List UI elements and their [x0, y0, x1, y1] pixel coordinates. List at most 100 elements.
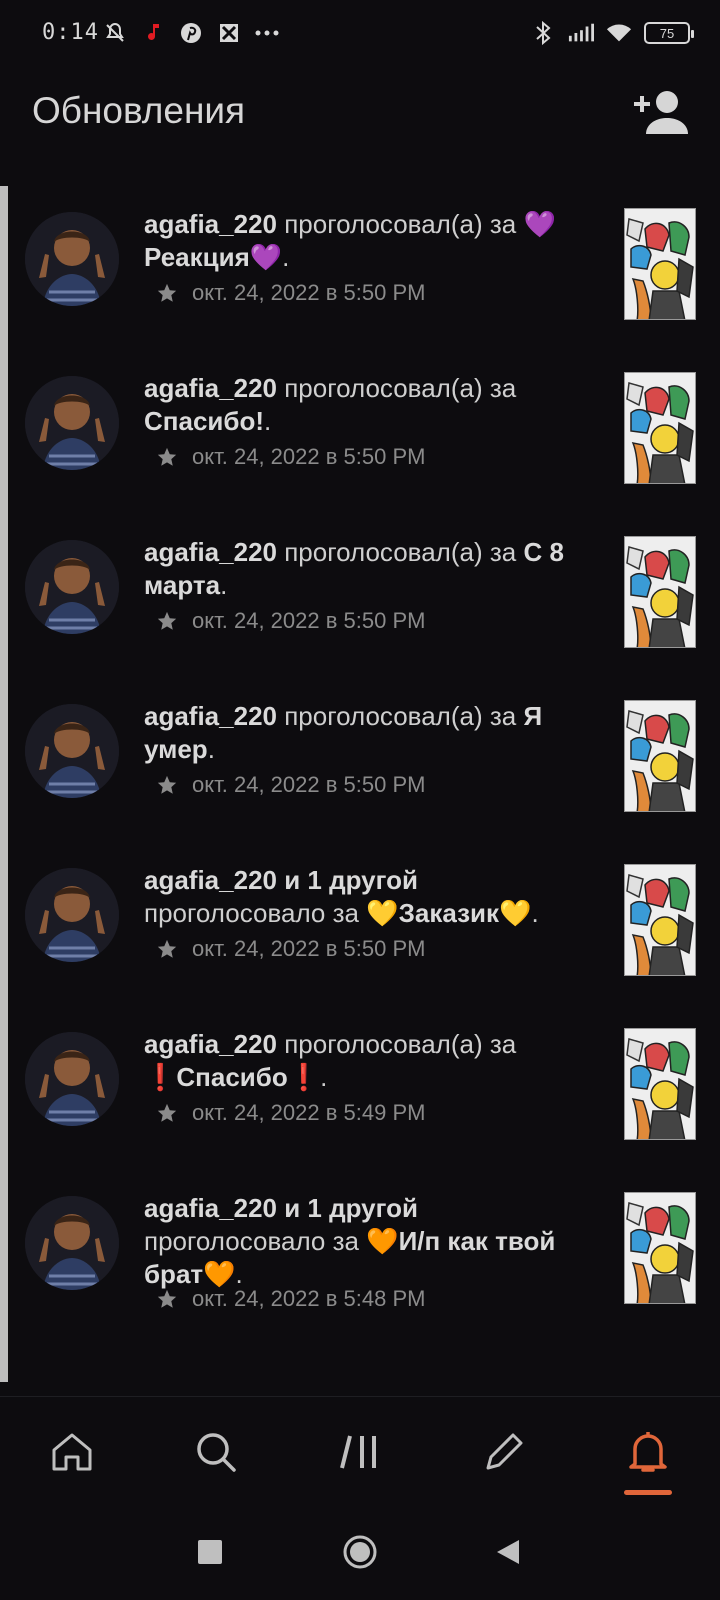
avatar[interactable]: [25, 540, 119, 634]
back-button[interactable]: [488, 1532, 528, 1572]
bottom-navigation: [0, 1396, 720, 1506]
notifications-list[interactable]: agafia_220 проголосовал(а) за 💜Реакция💜.…: [0, 186, 720, 1382]
search-icon: [197, 1433, 236, 1472]
avatar-image: [25, 212, 119, 306]
list-item[interactable]: agafia_220 и 1 другой проголосовало за 💛…: [0, 842, 720, 1009]
list-item[interactable]: agafia_220 проголосовал(а) за 💜Реакция💜.…: [0, 186, 720, 353]
status-bar: 0:14 75: [0, 0, 720, 70]
list-item[interactable]: agafia_220 проголосовал(а) за С 8 марта.…: [0, 514, 720, 681]
app-header: Обновления: [0, 70, 720, 160]
notification-user[interactable]: agafia_220: [144, 701, 277, 731]
star-icon: [157, 611, 177, 630]
notification-action: проголосовал(а) за: [276, 209, 524, 239]
star-icon: [157, 1289, 177, 1308]
star-icon: [157, 447, 177, 466]
notification-user[interactable]: agafia_220: [144, 373, 277, 403]
nav-home-button[interactable]: [47, 1427, 97, 1477]
music-note-icon: [140, 20, 166, 46]
notification-text: agafia_220 проголосовал(а) за С 8 марта.: [144, 536, 594, 602]
compose-icon: [486, 1433, 523, 1470]
avatar[interactable]: [25, 1196, 119, 1290]
notification-action: проголосовал(а) за: [276, 373, 517, 403]
notification-meta: окт. 24, 2022 в 5:50 PM: [156, 936, 425, 962]
list-item[interactable]: agafia_220 и 1 другой проголосовало за 🧡…: [0, 1170, 720, 1337]
bluetooth-icon: [530, 20, 556, 46]
notification-time: окт. 24, 2022 в 5:49 PM: [192, 1100, 426, 1125]
notification-text: agafia_220 проголосовал(а) за Спасибо!.: [144, 372, 594, 438]
post-thumbnail[interactable]: [624, 700, 696, 812]
notification-user[interactable]: agafia_220: [144, 209, 277, 239]
notification-user[interactable]: agafia_220 и 1 другой: [144, 1193, 418, 1223]
battery-indicator: 75: [644, 22, 694, 44]
notification-action: проголосовал(а) за: [276, 537, 524, 567]
recents-button[interactable]: [190, 1532, 230, 1572]
notification-text: agafia_220 проголосовал(а) за 💜Реакция💜.: [144, 208, 594, 274]
notification-target[interactable]: 💛Заказик💛: [366, 898, 531, 928]
post-thumbnail[interactable]: [624, 208, 696, 320]
notifications-bell-icon: [629, 1432, 667, 1472]
pinterest-icon: [178, 20, 204, 46]
page-title: Обновления: [32, 90, 246, 131]
post-thumbnail-image: [625, 373, 695, 483]
notification-time: окт. 24, 2022 в 5:48 PM: [192, 1286, 426, 1311]
notification-action: проголосовало за: [144, 898, 367, 928]
avatar[interactable]: [25, 1032, 119, 1126]
notification-time: окт. 24, 2022 в 5:50 PM: [192, 772, 426, 797]
notification-suffix: .: [235, 1259, 243, 1289]
signal-icon: [568, 20, 594, 46]
notification-suffix: .: [282, 242, 290, 272]
post-thumbnail[interactable]: [624, 1028, 696, 1140]
notification-target[interactable]: ❗Спасибо❗: [144, 1062, 320, 1092]
notification-user[interactable]: agafia_220 и 1 другой: [144, 865, 418, 895]
nav-search-button[interactable]: [191, 1427, 241, 1477]
status-right-icons: 75: [530, 20, 694, 46]
recents-square-icon: [198, 1540, 222, 1564]
avatar[interactable]: [25, 376, 119, 470]
notification-action: проголосовало за: [144, 1226, 367, 1256]
avatar[interactable]: [25, 212, 119, 306]
home-icon: [52, 1433, 92, 1471]
notification-time: окт. 24, 2022 в 5:50 PM: [192, 608, 426, 633]
notification-meta: окт. 24, 2022 в 5:50 PM: [156, 608, 425, 634]
app-icon: [216, 20, 242, 46]
avatar[interactable]: [25, 704, 119, 798]
notification-text: agafia_220 проголосовал(а) за Я умер.: [144, 700, 594, 766]
notification-meta: окт. 24, 2022 в 5:50 PM: [156, 772, 425, 798]
notification-user[interactable]: agafia_220: [144, 1029, 277, 1059]
post-thumbnail[interactable]: [624, 1192, 696, 1304]
nav-library-button[interactable]: [335, 1427, 385, 1477]
notification-suffix: .: [207, 734, 215, 764]
list-item[interactable]: agafia_220 проголосовал(а) за Спасибо!. о…: [0, 350, 720, 517]
avatar-image: [25, 1032, 119, 1126]
post-thumbnail[interactable]: [624, 372, 696, 484]
post-thumbnail-image: [625, 701, 695, 811]
library-icon: [340, 1435, 376, 1469]
post-thumbnail-image: [625, 1193, 695, 1303]
star-icon: [157, 283, 177, 302]
post-thumbnail-image: [625, 209, 695, 319]
add-user-button[interactable]: [632, 88, 688, 136]
post-thumbnail[interactable]: [624, 864, 696, 976]
notification-meta: окт. 24, 2022 в 5:50 PM: [156, 444, 425, 470]
status-left-icons: [102, 20, 280, 46]
notification-meta: окт. 24, 2022 в 5:48 PM: [156, 1286, 425, 1312]
notification-action: проголосовал(а) за: [276, 1029, 517, 1059]
post-thumbnail[interactable]: [624, 536, 696, 648]
notification-text: agafia_220 проголосовал(а) за ❗Спасибо❗.: [144, 1028, 594, 1094]
status-time: 0:14: [42, 20, 99, 45]
notification-suffix: .: [263, 406, 272, 436]
notification-text: agafia_220 и 1 другой проголосовало за 🧡…: [144, 1192, 594, 1291]
home-circle-icon: [343, 1535, 377, 1569]
notification-target[interactable]: Спасибо!: [144, 406, 264, 436]
back-triangle-icon: [497, 1540, 519, 1564]
system-navigation-bar: [0, 1510, 720, 1600]
system-home-button[interactable]: [340, 1532, 380, 1572]
avatar-image: [25, 704, 119, 798]
notification-user[interactable]: agafia_220: [144, 537, 277, 567]
notification-time: окт. 24, 2022 в 5:50 PM: [192, 280, 426, 305]
list-item[interactable]: agafia_220 проголосовал(а) за Я умер. окт…: [0, 678, 720, 845]
nav-compose-button[interactable]: [479, 1427, 529, 1477]
nav-notifications-button[interactable]: [623, 1427, 673, 1477]
avatar[interactable]: [25, 868, 119, 962]
list-item[interactable]: agafia_220 проголосовал(а) за ❗Спасибо❗.…: [0, 1006, 720, 1173]
